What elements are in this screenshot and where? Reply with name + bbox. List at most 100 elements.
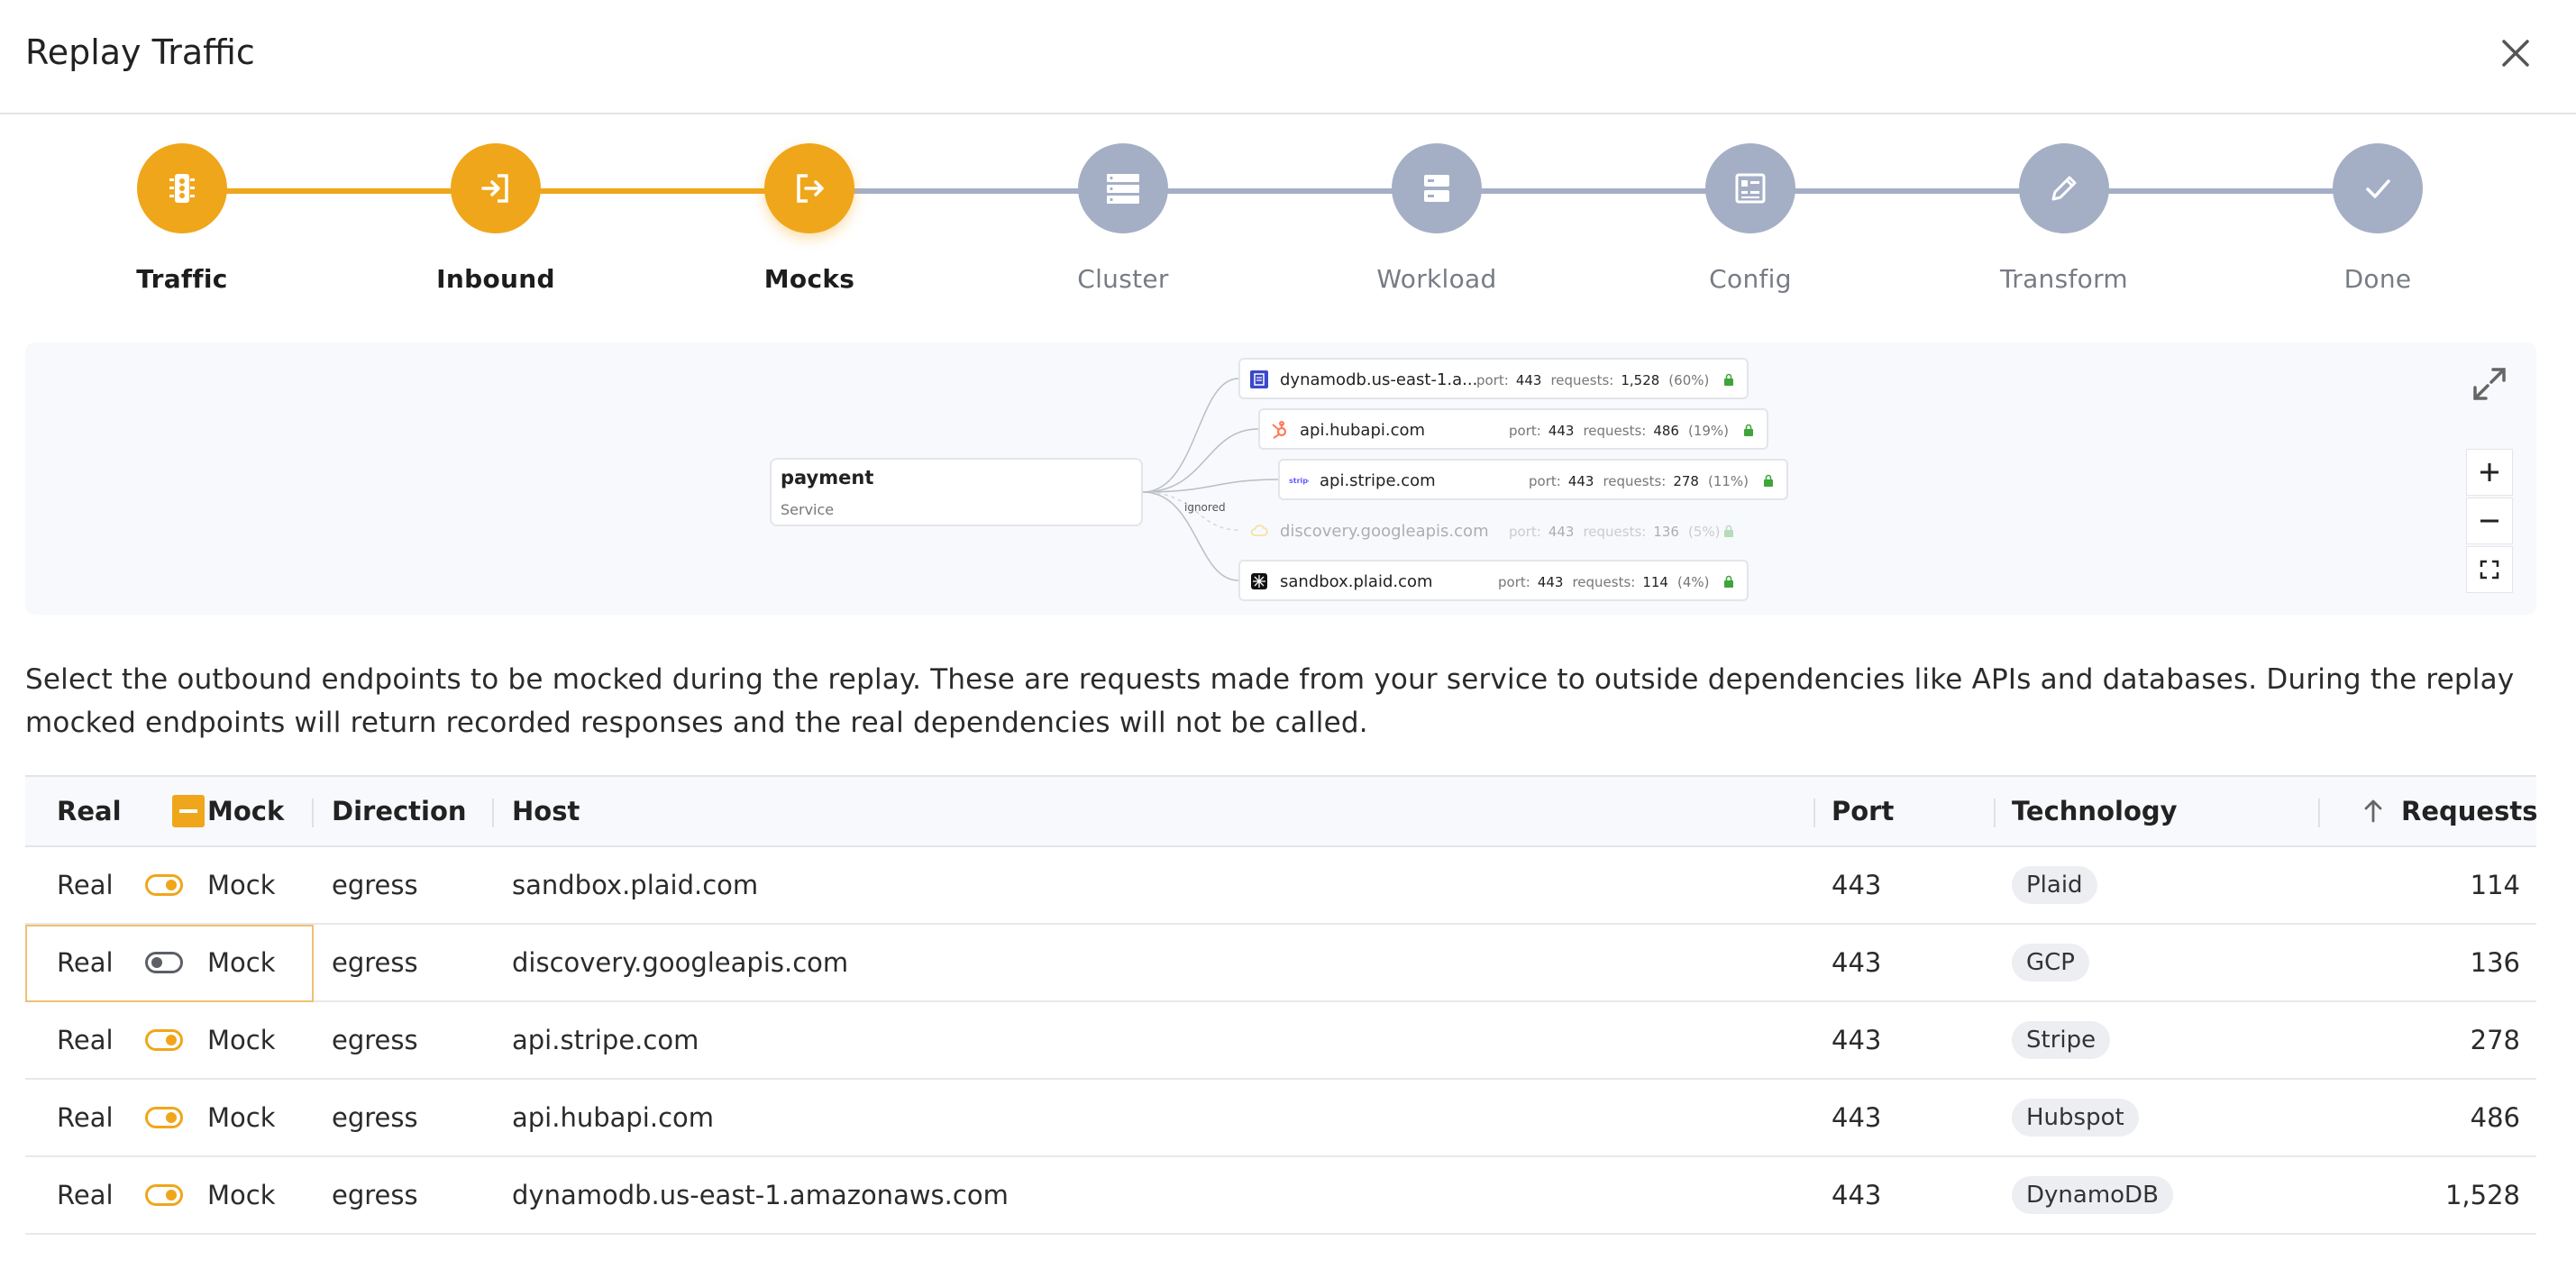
step-transform[interactable]: Transform (1974, 143, 2154, 294)
server-icon (1392, 143, 1482, 233)
step-inbound[interactable]: Inbound (406, 143, 586, 294)
requests-cell: 486 (2470, 1102, 2520, 1133)
check-icon (2333, 143, 2423, 233)
endpoint-pct: (60%) (1668, 372, 1710, 388)
plaid-icon (1251, 573, 1267, 589)
sort-ascending-icon[interactable] (2360, 777, 2387, 845)
svg-text:stripe: stripe (1289, 477, 1309, 485)
dependency-graph[interactable]: payment Service ignored dynamodb.us-east… (25, 342, 2536, 615)
mock-label: Mock (207, 870, 276, 900)
requests-cell: 114 (2470, 870, 2520, 900)
mock-toggle[interactable] (118, 1002, 210, 1078)
endpoint-node[interactable]: sandbox.plaid.com port: 443 requests: 114 (4… (1238, 560, 1749, 601)
table-row[interactable]: Real Mock egress discovery.googleapis.co… (25, 925, 2536, 1002)
endpoint-node[interactable]: stripe api.stripe.com port: 443 requests: 2… (1278, 459, 1788, 500)
table-row[interactable]: Real Mock egress dynamodb.us-east-1.amaz… (25, 1157, 2536, 1235)
header-port[interactable]: Port (1832, 777, 1894, 845)
step-label: Traffic (136, 264, 228, 294)
port-cell: 443 (1832, 1025, 1882, 1055)
direction-cell: egress (332, 870, 418, 900)
port-cell: 443 (1832, 1102, 1882, 1133)
pencil-icon (2019, 143, 2109, 233)
step-label: Config (1709, 264, 1792, 294)
table-row[interactable]: Real Mock egress api.hubapi.com 443 Hubs… (25, 1080, 2536, 1157)
endpoint-host: dynamodb.us-east-1.a... (1280, 370, 1478, 389)
header-requests[interactable]: Requests (2401, 777, 2537, 845)
header-mock: Mock (207, 796, 285, 826)
requests-label: requests: (1572, 574, 1636, 590)
zoom-out-button[interactable] (2466, 498, 2513, 544)
endpoint-pct: (5%) (1687, 524, 1721, 540)
port-label: port: (1498, 574, 1530, 590)
header-technology[interactable]: Technology (2012, 777, 2178, 845)
stripe-icon: stripe (1289, 477, 1309, 485)
endpoint-requests: 278 (1673, 473, 1699, 489)
fit-view-icon (2480, 560, 2499, 580)
plus-icon (2480, 463, 2498, 481)
technology-badge: Plaid (2012, 866, 2097, 904)
endpoint-host: api.hubapi.com (1300, 421, 1426, 440)
technology-badge: Hubspot (2012, 1099, 2139, 1137)
minus-icon (2480, 519, 2498, 523)
technology-badge: Stripe (2012, 1021, 2111, 1059)
step-label: Transform (2000, 264, 2128, 294)
toggle-on-icon (145, 1184, 183, 1206)
traffic-light-icon (137, 143, 227, 233)
technology-cell: Stripe (2012, 1002, 2111, 1078)
toggle-off-icon (145, 952, 183, 973)
endpoint-port: 443 (1537, 574, 1564, 590)
requests-cell: 136 (2470, 947, 2520, 978)
host-cell: api.stripe.com (512, 1025, 699, 1055)
technology-cell: Hubspot (2012, 1080, 2139, 1155)
endpoint-host: discovery.googleapis.com (1280, 522, 1489, 541)
toggle-on-icon (145, 874, 183, 896)
endpoint-node-ignored[interactable]: discovery.googleapis.com port: 443 request… (1238, 509, 1749, 551)
lock-icon (1724, 575, 1733, 588)
table-row[interactable]: Real Mock egress sandbox.plaid.com 443 P… (25, 847, 2536, 925)
port-cell: 443 (1832, 947, 1882, 978)
close-icon[interactable] (2497, 34, 2535, 72)
endpoint-node[interactable]: api.hubapi.com port: 443 requests: 486 (19%) (1258, 408, 1768, 450)
step-label: Cluster (1077, 264, 1169, 294)
table-row[interactable]: Real Mock egress api.stripe.com 443 Stri… (25, 1002, 2536, 1080)
service-node[interactable]: payment Service (770, 458, 1143, 526)
header-direction[interactable]: Direction (332, 777, 467, 845)
technology-cell: GCP (2012, 925, 2089, 1000)
port-cell: 443 (1832, 870, 1882, 900)
fit-view-button[interactable] (2466, 546, 2513, 593)
step-label: Workload (1376, 264, 1497, 294)
service-type: Service (781, 501, 835, 518)
mock-toggle[interactable] (118, 925, 210, 1000)
step-mocks[interactable]: Mocks (719, 143, 900, 294)
endpoint-requests: 136 (1653, 524, 1679, 540)
server-stack-icon (1078, 143, 1168, 233)
mock-label: Mock (207, 1025, 276, 1055)
technology-cell: Plaid (2012, 847, 2097, 923)
step-label: Inbound (436, 264, 555, 294)
step-workload[interactable]: Workload (1347, 143, 1527, 294)
requests-label: requests: (1583, 524, 1647, 540)
mock-toggle[interactable] (118, 1157, 210, 1233)
step-label: Done (2343, 264, 2412, 294)
header-host[interactable]: Host (512, 777, 580, 845)
step-done[interactable]: Done (2288, 143, 2468, 294)
mock-toggle[interactable] (118, 1080, 210, 1155)
endpoint-requests: 486 (1653, 423, 1679, 439)
zoom-in-button[interactable] (2466, 449, 2513, 496)
technology-badge: GCP (2012, 944, 2089, 981)
lock-icon (1744, 424, 1753, 436)
endpoints-table: Real Mock Direction Host Port Technology… (25, 775, 2537, 1235)
mock-toggle[interactable] (118, 847, 210, 923)
step-config[interactable]: Config (1660, 143, 1841, 294)
endpoint-requests: 114 (1642, 574, 1668, 590)
step-traffic[interactable]: Traffic (92, 143, 272, 294)
requests-label: requests: (1603, 473, 1667, 489)
expand-icon[interactable] (2470, 364, 2509, 404)
lock-icon (1724, 373, 1733, 386)
config-list-icon (1705, 143, 1795, 233)
requests-cell: 1,528 (2444, 1180, 2520, 1210)
ignored-edge-label: ignored (1184, 501, 1226, 514)
endpoint-node[interactable]: dynamodb.us-east-1.a... port: 443 requests… (1238, 358, 1749, 399)
step-cluster[interactable]: Cluster (1033, 143, 1213, 294)
endpoint-host: api.stripe.com (1320, 471, 1436, 490)
